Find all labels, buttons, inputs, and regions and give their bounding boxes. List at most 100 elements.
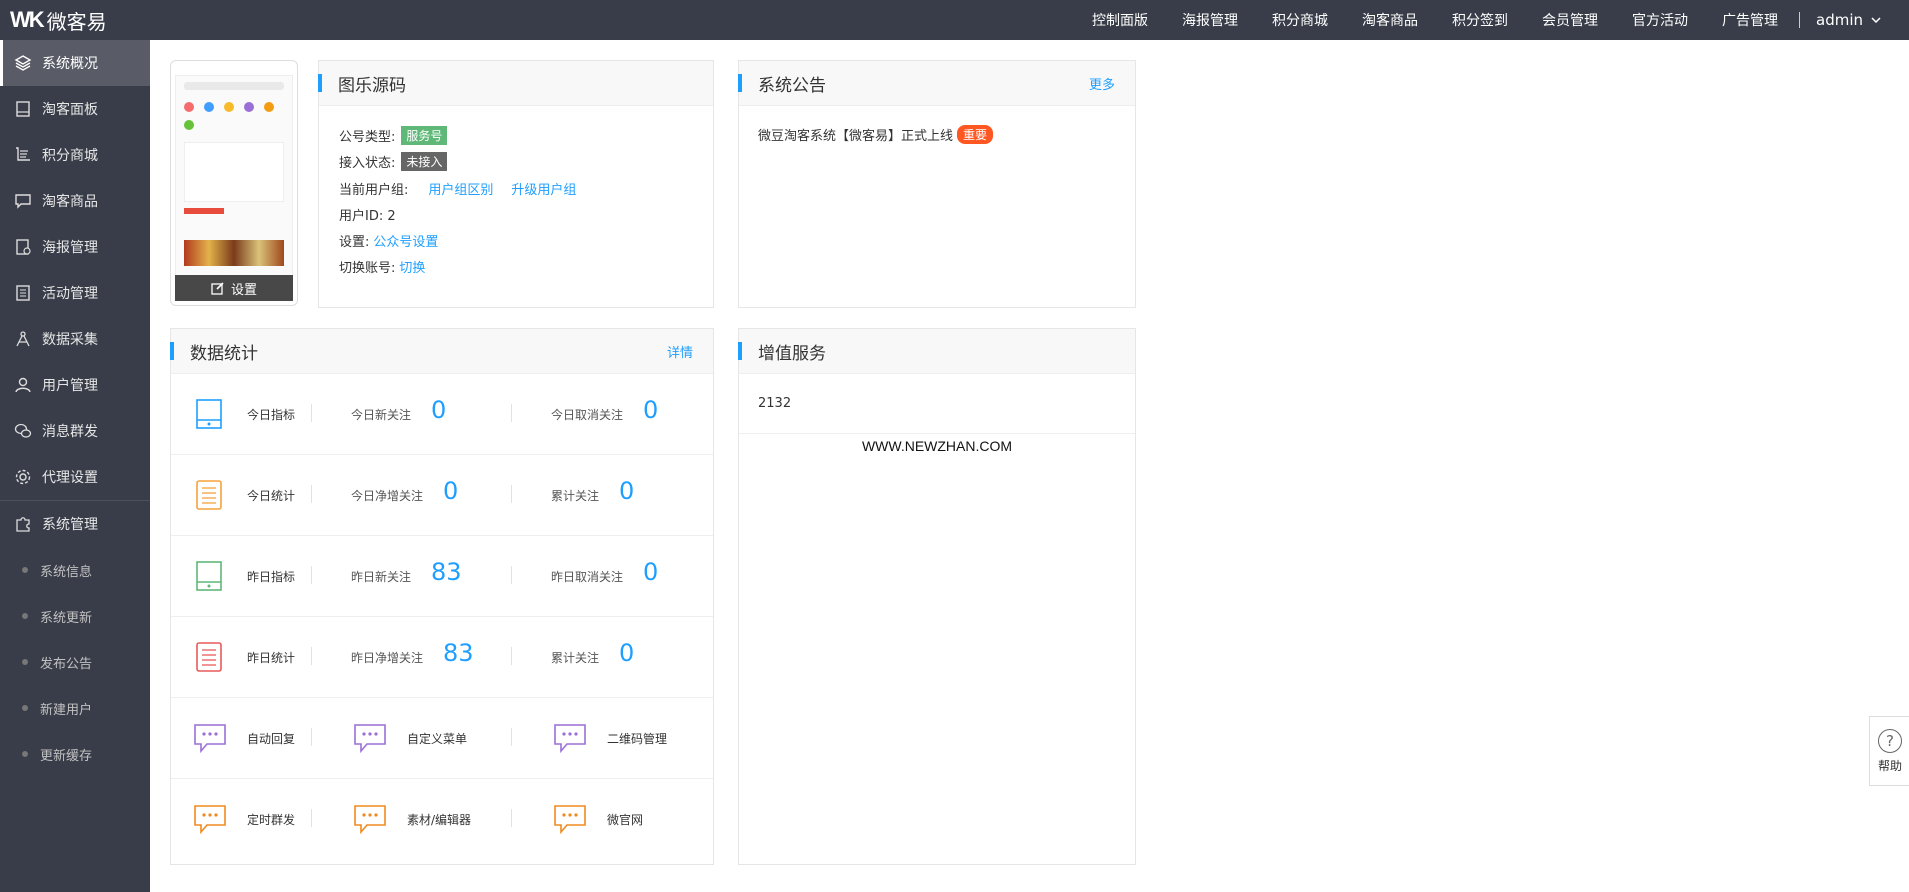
sidebar-item-label: 代理设置 xyxy=(42,470,98,486)
user-group-row: 当前用户组: 用户组区别 升级用户组 xyxy=(339,179,576,198)
chat-bubble-icon xyxy=(354,805,386,835)
scheduled-send-link[interactable]: 定时群发 xyxy=(247,811,295,828)
phone-screen xyxy=(175,75,293,299)
value-added-content: 2132 xyxy=(739,374,1135,434)
sidebar-subitem-new-user[interactable]: 新建用户 xyxy=(0,685,150,731)
phone-app-icon xyxy=(184,120,194,130)
user-icon xyxy=(14,376,32,394)
notice-item[interactable]: 微豆淘客系统【微客易】正式上线 重要 xyxy=(758,125,994,144)
stat-label: 累计关注 xyxy=(551,489,600,503)
sidebar-item-users[interactable]: 用户管理 xyxy=(0,362,150,408)
topnav-item-dashboard[interactable]: 控制面版 xyxy=(1075,10,1165,30)
panel-accent-bar xyxy=(738,342,742,360)
phone-app-icon xyxy=(264,102,274,112)
sidebar-subitem-publish-notice[interactable]: 发布公告 xyxy=(0,639,150,685)
chat-bubble-icon xyxy=(354,724,386,754)
username: admin xyxy=(1816,11,1863,29)
sidebar-item-taoke-panel[interactable]: 淘客面板 xyxy=(0,86,150,132)
sidebar-item-activity[interactable]: 活动管理 xyxy=(0,270,150,316)
notice-more-link[interactable]: 更多 xyxy=(1089,74,1115,93)
stat-divider xyxy=(511,809,512,827)
topnav-item-checkin[interactable]: 积分签到 xyxy=(1435,10,1525,30)
stat-divider xyxy=(311,647,312,665)
notice-title: 系统公告 xyxy=(758,75,826,96)
watermark-text: WWW.NEWZHAN.COM xyxy=(861,438,1013,454)
micro-website-link[interactable]: 微官网 xyxy=(607,811,643,828)
sidebar-item-agent-settings[interactable]: 代理设置 xyxy=(0,454,150,500)
topnav-item-members[interactable]: 会员管理 xyxy=(1525,10,1615,30)
value-added-title: 增值服务 xyxy=(758,343,826,364)
user-group-label: 当前用户组: xyxy=(339,183,409,198)
layers-icon xyxy=(14,54,32,72)
stat-label: 累计关注 xyxy=(551,651,600,665)
stat-row-yesterday-index: 昨日指标 昨日新关注 83 昨日取消关注 0 xyxy=(171,536,713,617)
stats-detail-link[interactable]: 详情 xyxy=(667,342,693,361)
important-badge: 重要 xyxy=(957,125,994,144)
bullet-icon xyxy=(22,659,28,665)
sidebar-item-data-collection[interactable]: 数据采集 xyxy=(0,316,150,362)
document-icon xyxy=(196,642,222,672)
phone-settings-button[interactable]: 设置 xyxy=(175,275,293,301)
chat-bubble-icon xyxy=(554,724,586,754)
sidebar-item-system[interactable]: 系统管理 xyxy=(0,501,150,547)
sidebar-item-overview[interactable]: 系统概况 xyxy=(0,40,150,86)
topnav-item-poster[interactable]: 海报管理 xyxy=(1165,10,1255,30)
sidebar-subitem-system-update[interactable]: 系统更新 xyxy=(0,593,150,639)
topnav-item-points-mall[interactable]: 积分商城 xyxy=(1255,10,1345,30)
stat-label: 昨日净增关注 xyxy=(351,651,424,665)
upgrade-group-link[interactable]: 升级用户组 xyxy=(511,179,576,198)
bullet-icon xyxy=(22,613,28,619)
stat-label: 今日新关注 xyxy=(351,408,412,422)
chat-bubble-icon xyxy=(554,805,586,835)
edit-icon xyxy=(211,282,224,295)
sidebar-item-label: 数据采集 xyxy=(42,332,98,348)
logo-mark: WK xyxy=(10,7,45,32)
sidebar-subitem-system-info[interactable]: 系统信息 xyxy=(0,547,150,593)
sidebar-item-mass-message[interactable]: 消息群发 xyxy=(0,408,150,454)
logo[interactable]: WK 微客易 xyxy=(0,6,150,35)
stat-name: 今日统计 xyxy=(247,489,296,503)
phone-app-icon xyxy=(184,102,194,112)
topnav-item-ads[interactable]: 广告管理 xyxy=(1705,10,1795,30)
question-icon: ? xyxy=(1878,728,1902,753)
stats-panel-header: 数据统计 详情 xyxy=(170,329,713,374)
document-icon xyxy=(196,480,222,510)
sidebar-subitem-refresh-cache[interactable]: 更新缓存 xyxy=(0,731,150,777)
panel-accent-bar xyxy=(738,74,742,92)
phone-app-icon xyxy=(224,102,234,112)
user-id-row: 用户ID: 2 xyxy=(339,205,396,224)
switch-account-link[interactable]: 切换 xyxy=(399,257,425,276)
stat-divider xyxy=(311,404,312,422)
panel-accent-bar xyxy=(170,342,174,360)
sidebar-item-label: 淘客商品 xyxy=(42,194,98,210)
material-editor-link[interactable]: 素材/编辑器 xyxy=(407,811,471,828)
help-button[interactable]: ? 帮助 xyxy=(1869,716,1909,786)
user-group-diff-link[interactable]: 用户组区别 xyxy=(428,179,493,198)
qrcode-manage-link[interactable]: 二维码管理 xyxy=(607,730,667,747)
sidebar-item-taoke-goods[interactable]: 淘客商品 xyxy=(0,178,150,224)
mp-settings-link[interactable]: 公众号设置 xyxy=(373,231,438,250)
auto-reply-link[interactable]: 自动回复 xyxy=(247,730,295,747)
bullet-icon xyxy=(22,751,28,757)
sidebar-item-points-mall[interactable]: 积分商城 xyxy=(0,132,150,178)
quick-links-row: 自动回复 自定义菜单 二维码管理 xyxy=(171,698,713,779)
tablet-icon xyxy=(196,561,222,591)
stat-value: 83 xyxy=(443,639,474,667)
sidebar-item-label: 淘客面板 xyxy=(42,102,98,118)
tablet-icon xyxy=(14,100,32,118)
stat-row-yesterday-stats: 昨日统计 昨日净增关注 83 累计关注 0 xyxy=(171,617,713,698)
stat-divider xyxy=(311,728,312,746)
sidebar-subitem-label: 系统信息 xyxy=(40,564,93,580)
top-bar: WK 微客易 控制面版 海报管理 积分商城 淘客商品 积分签到 会员管理 官方活… xyxy=(0,0,1909,40)
stats-title: 数据统计 xyxy=(190,343,258,364)
user-menu[interactable]: admin xyxy=(1804,11,1909,29)
topnav-item-official-activity[interactable]: 官方活动 xyxy=(1615,10,1705,30)
custom-menu-link[interactable]: 自定义菜单 xyxy=(407,730,467,747)
topnav-item-taoke-goods[interactable]: 淘客商品 xyxy=(1345,10,1435,30)
sidebar: 系统概况 淘客面板 积分商城 淘客商品 海报管理 活动管理 数据采集 用户管理 … xyxy=(0,40,150,892)
sidebar-item-label: 消息群发 xyxy=(42,424,98,440)
sidebar-item-poster[interactable]: 海报管理 xyxy=(0,224,150,270)
stat-name: 昨日统计 xyxy=(247,651,296,665)
phone-app-icon xyxy=(204,102,214,112)
access-status-badge: 未接入 xyxy=(401,152,448,171)
